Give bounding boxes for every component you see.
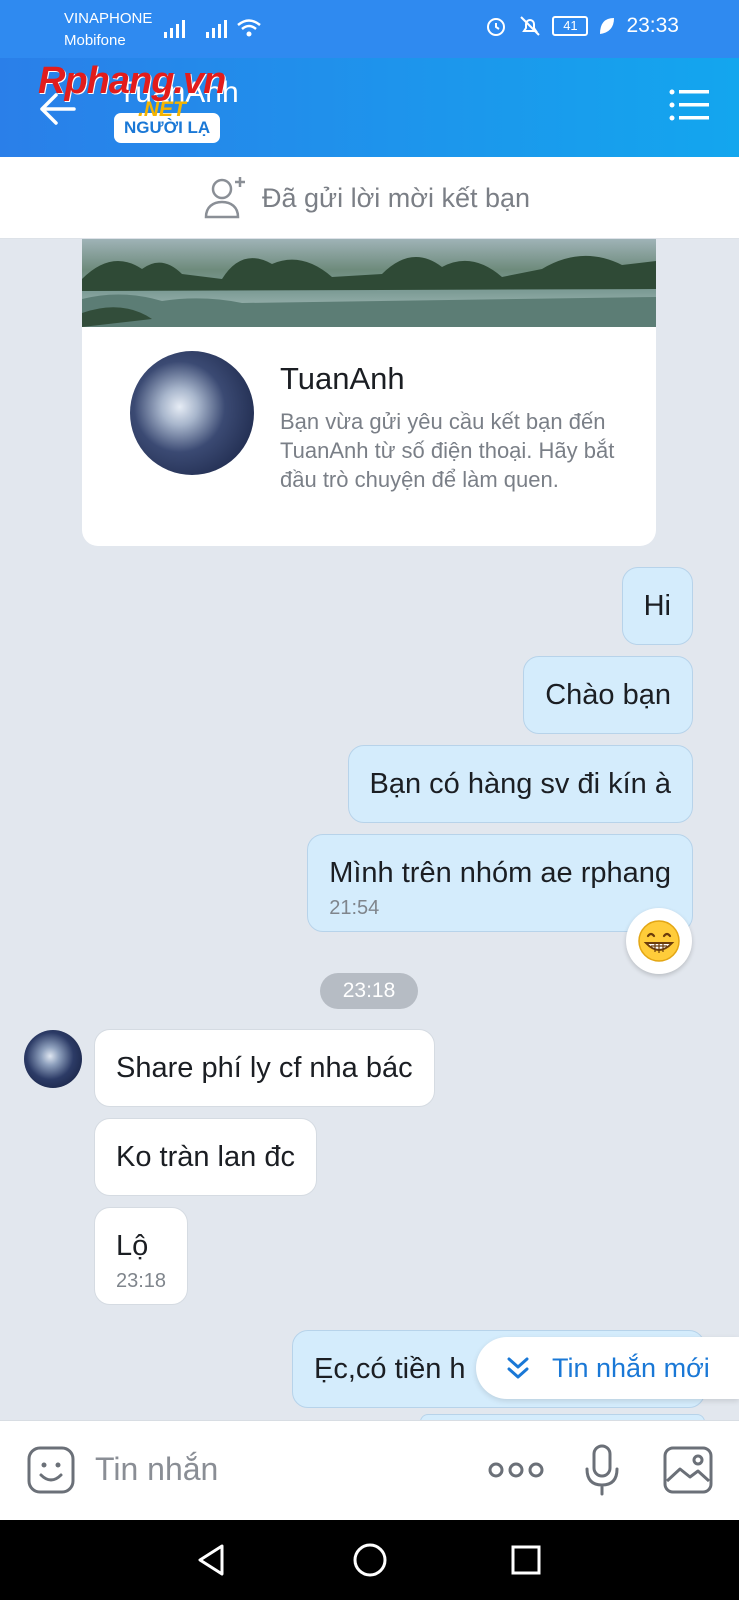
message-time: 21:54 bbox=[329, 897, 380, 919]
friend-request-status: Đã gửi lời mời kết bạn bbox=[262, 183, 531, 213]
message-bubble-incoming[interactable]: Share phí ly cf nha bác bbox=[94, 1029, 435, 1107]
cover-image bbox=[82, 239, 656, 327]
message-text: Bạn có hàng sv đi kín à bbox=[369, 768, 671, 800]
message-text: Mình trên nhóm ae rphang bbox=[329, 857, 671, 889]
menu-icon[interactable] bbox=[669, 88, 711, 122]
message-text: Ko tràn lan đc bbox=[116, 1141, 295, 1173]
double-chevron-down-icon bbox=[507, 1357, 529, 1379]
watermark-suffix: .NET bbox=[138, 98, 186, 121]
more-icon[interactable] bbox=[488, 1457, 544, 1483]
friend-request-bar: Đã gửi lời mời kết bạn bbox=[0, 157, 739, 239]
contact-avatar[interactable] bbox=[130, 351, 254, 475]
profile-card: TuanAnh Bạn vừa gửi yêu cầu kết bạn đến … bbox=[82, 239, 656, 546]
message-bubble-outgoing[interactable]: Hi bbox=[621, 567, 693, 645]
message-bubble-incoming[interactable]: Lộ 23:18 bbox=[94, 1207, 189, 1305]
message-bubble-incoming[interactable]: Ko tràn lan đc bbox=[94, 1118, 317, 1196]
message-text: Lộ bbox=[116, 1230, 149, 1262]
nav-home-icon[interactable] bbox=[350, 1540, 390, 1580]
carrier-info: VINAPHONE Mobifone bbox=[64, 8, 152, 52]
add-friend-icon bbox=[204, 177, 245, 219]
mute-icon bbox=[520, 16, 541, 36]
chat-header: TuanAnh NGƯỜI LẠ Rphang.vn .NET bbox=[0, 58, 739, 157]
grinning-emoji-icon bbox=[638, 920, 680, 962]
signal-icon bbox=[206, 20, 227, 38]
clock: 23:33 bbox=[626, 14, 679, 37]
sender-avatar[interactable] bbox=[24, 1030, 82, 1088]
new-messages-label: Tin nhắn mới bbox=[552, 1353, 710, 1383]
carrier-2: Mobifone bbox=[64, 32, 126, 49]
message-time: 23:18 bbox=[116, 1270, 167, 1292]
battery-indicator: 41 bbox=[552, 16, 589, 36]
message-input-bar: Tin nhắn bbox=[0, 1420, 739, 1520]
message-bubble-outgoing[interactable]: Bạn có hàng sv đi kín à bbox=[347, 745, 693, 823]
nav-back-icon[interactable] bbox=[192, 1540, 232, 1580]
watermark-logo: Rphang.vn bbox=[38, 60, 226, 102]
message-text: Chào bạn bbox=[545, 679, 671, 711]
card-contact-name: TuanAnh bbox=[280, 361, 405, 396]
message-input[interactable]: Tin nhắn bbox=[95, 1451, 218, 1488]
image-icon[interactable] bbox=[662, 1445, 714, 1495]
alarm-icon bbox=[487, 18, 506, 36]
system-nav-bar bbox=[0, 1520, 739, 1600]
signal-icon bbox=[164, 20, 185, 38]
nav-recents-icon[interactable] bbox=[506, 1540, 546, 1580]
card-description: Bạn vừa gửi yêu cầu kết bạn đến TuanAnh … bbox=[280, 409, 615, 492]
time-separator: 23:18 bbox=[320, 973, 418, 1009]
message-bubble-outgoing[interactable]: Chào bạn bbox=[523, 656, 693, 734]
carrier-1: VINAPHONE bbox=[64, 10, 153, 27]
message-text: Hi bbox=[643, 590, 671, 622]
reaction-badge[interactable] bbox=[626, 908, 692, 974]
cover-landscape-illustration bbox=[82, 255, 656, 327]
status-right: 41 23:33 bbox=[484, 14, 679, 38]
wifi-icon bbox=[237, 19, 261, 37]
message-text: Share phí ly cf nha bác bbox=[116, 1052, 413, 1084]
status-bar: VINAPHONE Mobifone 41 23:33 bbox=[0, 0, 739, 58]
new-messages-button[interactable]: Tin nhắn mới bbox=[476, 1337, 739, 1399]
message-text: Ẹc,có tiền h bbox=[314, 1353, 466, 1385]
leaf-icon bbox=[600, 18, 615, 34]
microphone-icon[interactable] bbox=[582, 1443, 622, 1497]
emoji-icon[interactable] bbox=[26, 1445, 76, 1495]
